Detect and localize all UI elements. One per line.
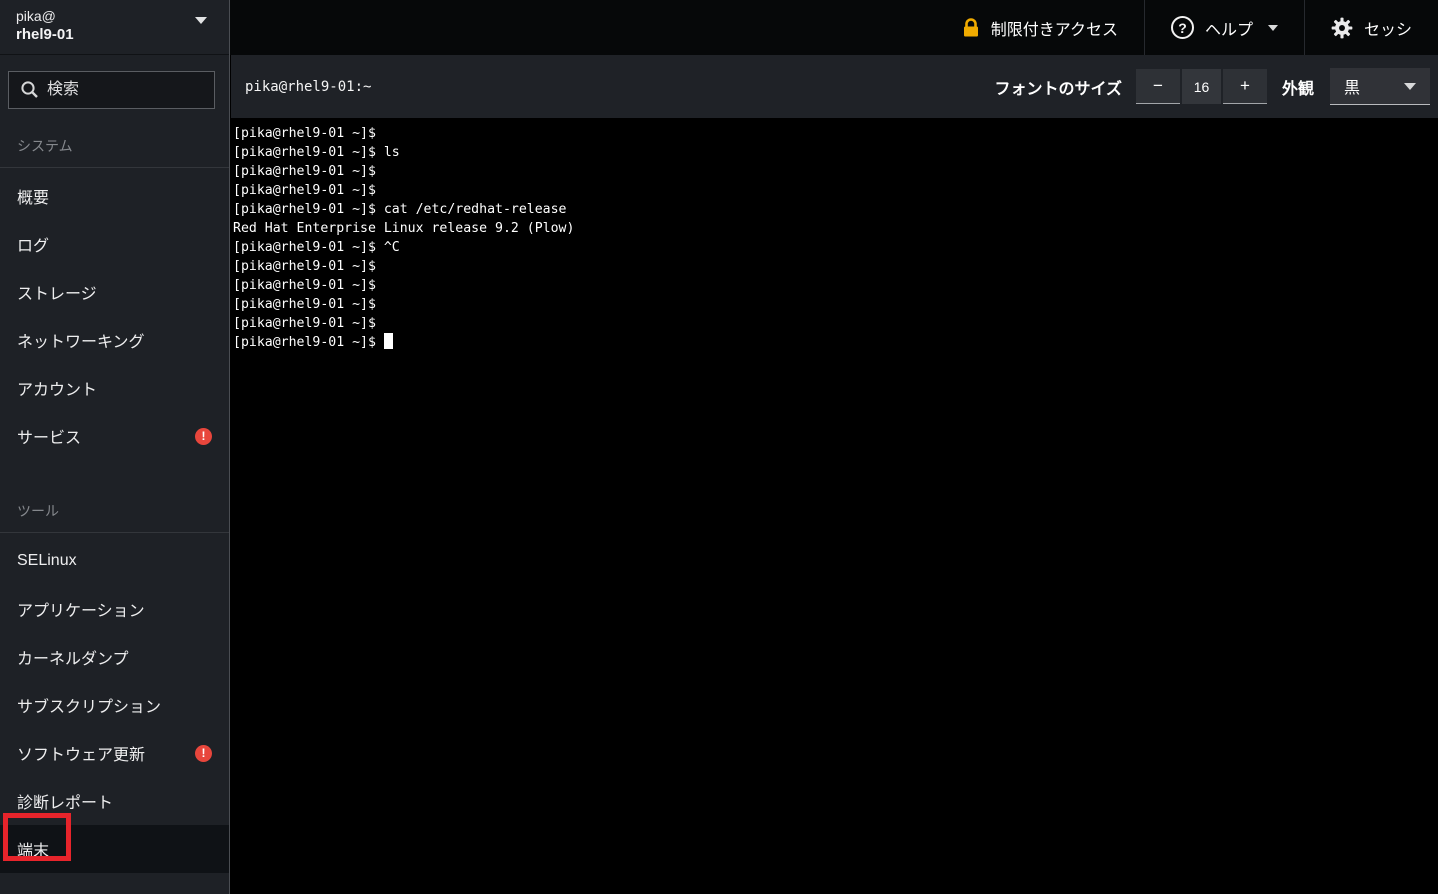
limited-access-button[interactable]: 制限付きアクセス	[936, 0, 1144, 55]
sidebar-item-ログ[interactable]: ログ	[0, 220, 229, 268]
theme-selected-value: 黒	[1344, 74, 1360, 98]
sidebar-item-label: 概要	[17, 184, 49, 208]
sidebar-item-概要[interactable]: 概要	[0, 172, 229, 220]
sidebar-item-端末[interactable]: 端末	[0, 825, 229, 873]
chevron-down-icon	[1404, 83, 1416, 90]
terminal-line: [pika@rhel9-01 ~]$ cat /etc/redhat-relea…	[233, 200, 1438, 219]
sidebar-item-ソフトウェア更新[interactable]: ソフトウェア更新!	[0, 729, 229, 777]
terminal-line: [pika@rhel9-01 ~]$	[233, 124, 1438, 143]
session-label: セッシ	[1364, 16, 1412, 40]
host-user: pika@	[16, 7, 213, 25]
terminal-line: [pika@rhel9-01 ~]$ ls	[233, 143, 1438, 162]
terminal-line: [pika@rhel9-01 ~]$	[233, 295, 1438, 314]
sidebar-item-アカウント[interactable]: アカウント	[0, 364, 229, 412]
font-size-increase-button[interactable]: +	[1223, 69, 1267, 104]
terminal-line: [pika@rhel9-01 ~]$	[233, 276, 1438, 295]
appearance-label: 外観	[1282, 75, 1314, 99]
terminal-line: [pika@rhel9-01 ~]$	[233, 162, 1438, 181]
sidebar-item-label: アカウント	[17, 376, 97, 400]
terminal-line: [pika@rhel9-01 ~]$	[233, 333, 1438, 352]
font-size-label: フォントのサイズ	[994, 75, 1122, 99]
terminal-line: [pika@rhel9-01 ~]$	[233, 257, 1438, 276]
lock-icon	[962, 18, 980, 38]
sidebar-item-label: 診断レポート	[17, 789, 113, 813]
sidebar-item-label: SELinux	[17, 552, 77, 570]
nav-list: SELinuxアプリケーションカーネルダンプサブスクリプションソフトウェア更新!…	[0, 533, 229, 873]
font-size-value: 16	[1182, 69, 1221, 104]
help-label: ヘルプ	[1205, 16, 1253, 40]
session-menu-button[interactable]: セッシ	[1304, 0, 1438, 55]
terminal-toolbar: pika@rhel9-01:~ フォントのサイズ − 16 + 外観 黒	[231, 55, 1438, 118]
sidebar-item-label: 端末	[17, 837, 49, 861]
sidebar-item-label: カーネルダンプ	[17, 645, 129, 669]
terminal-line: [pika@rhel9-01 ~]$	[233, 314, 1438, 333]
sidebar: pika@ rhel9-01 システム概要ログストレージネットワーキングアカウン…	[0, 0, 230, 894]
sidebar-item-ネットワーキング[interactable]: ネットワーキング	[0, 316, 229, 364]
gear-icon	[1331, 17, 1353, 39]
sidebar-item-アプリケーション[interactable]: アプリケーション	[0, 585, 229, 633]
sidebar-item-label: サービス	[17, 424, 81, 448]
masthead: 制限付きアクセス ? ヘルプ	[230, 0, 1438, 55]
terminal-pane: pika@rhel9-01:~ フォントのサイズ − 16 + 外観 黒 [pi…	[231, 55, 1438, 894]
alert-badge: !	[195, 428, 212, 445]
sidebar-item-カーネルダンプ[interactable]: カーネルダンプ	[0, 633, 229, 681]
sidebar-item-サービス[interactable]: サービス!	[0, 412, 229, 460]
nav-section-title: システム	[0, 136, 229, 168]
font-size-stepper: − 16 +	[1136, 69, 1267, 104]
help-menu-button[interactable]: ? ヘルプ	[1144, 0, 1304, 55]
sidebar-item-label: ネットワーキング	[17, 328, 145, 352]
terminal-line: [pika@rhel9-01 ~]$ ^C	[233, 238, 1438, 257]
help-icon: ?	[1171, 16, 1194, 39]
sidebar-item-label: ログ	[17, 232, 49, 256]
terminal-line: Red Hat Enterprise Linux release 9.2 (Pl…	[233, 219, 1438, 238]
host-name: rhel9-01	[16, 25, 213, 45]
font-size-decrease-button[interactable]: −	[1136, 69, 1180, 104]
search-input[interactable]	[8, 71, 215, 109]
sidebar-item-label: ソフトウェア更新	[17, 741, 145, 765]
terminal-output[interactable]: [pika@rhel9-01 ~]$[pika@rhel9-01 ~]$ ls[…	[231, 118, 1438, 352]
sidebar-item-label: ストレージ	[17, 280, 97, 304]
cockpit-screen: 制限付きアクセス ? ヘルプ	[0, 0, 1438, 894]
limited-access-label: 制限付きアクセス	[991, 16, 1118, 40]
chevron-down-icon	[1268, 25, 1278, 31]
theme-select[interactable]: 黒	[1330, 68, 1430, 105]
sidebar-item-診断レポート[interactable]: 診断レポート	[0, 777, 229, 825]
search-icon	[20, 80, 39, 99]
nav-section-title: ツール	[0, 501, 229, 533]
sidebar-item-label: サブスクリプション	[17, 693, 161, 717]
sidebar-item-サブスクリプション[interactable]: サブスクリプション	[0, 681, 229, 729]
sidebar-item-label: アプリケーション	[17, 597, 145, 621]
terminal-line: [pika@rhel9-01 ~]$	[233, 181, 1438, 200]
terminal-cursor	[384, 333, 393, 349]
sidebar-item-SELinux[interactable]: SELinux	[0, 537, 229, 585]
terminal-controls: フォントのサイズ − 16 + 外観 黒	[994, 68, 1430, 105]
sidebar-nav: システム概要ログストレージネットワーキングアカウントサービス!ツールSELinu…	[0, 136, 229, 873]
alert-badge: !	[195, 745, 212, 762]
search-wrap	[8, 71, 221, 109]
chevron-down-icon	[195, 17, 207, 24]
host-switcher[interactable]: pika@ rhel9-01	[0, 0, 229, 55]
sidebar-item-ストレージ[interactable]: ストレージ	[0, 268, 229, 316]
nav-list: 概要ログストレージネットワーキングアカウントサービス!	[0, 168, 229, 460]
terminal-title: pika@rhel9-01:~	[245, 79, 371, 95]
